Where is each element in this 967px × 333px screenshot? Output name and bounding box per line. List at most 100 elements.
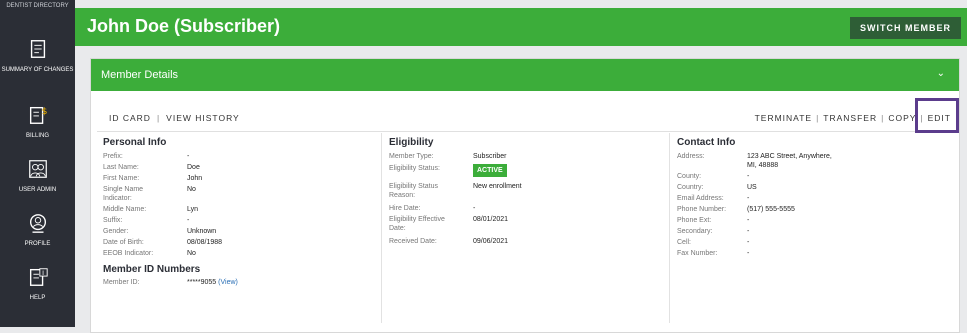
- field-label: County:: [677, 173, 702, 180]
- field-value: 09/06/2021: [473, 238, 509, 245]
- edit-highlight-box: [915, 98, 959, 133]
- sidebar: DENTIST DIRECTORY SUMMARY OF CHANGES $ B…: [0, 0, 75, 327]
- field-value: -: [747, 217, 750, 224]
- field-value: -: [473, 205, 476, 212]
- sidebar-item-dentist-directory[interactable]: DENTIST DIRECTORY: [0, 2, 75, 10]
- sidebar-item-label: SUMMARY OF CHANGES: [1, 67, 74, 73]
- sidebar-item-label: USER ADMIN: [18, 187, 57, 193]
- field-label: Suffix:: [103, 217, 123, 224]
- personal-info-section: Personal Info Prefix: - Last Name: Doe Fir…: [103, 137, 373, 289]
- field-value: 08/08/1988: [187, 239, 223, 246]
- column-divider: [381, 133, 382, 323]
- copy-link[interactable]: COPY: [888, 113, 916, 123]
- terminate-link[interactable]: TERMINATE: [755, 113, 812, 123]
- field-label: Last Name:: [103, 164, 139, 171]
- field-value: -: [747, 195, 750, 202]
- sidebar-item-label: DENTIST DIRECTORY: [6, 3, 69, 9]
- field-value: US: [747, 184, 757, 191]
- field-label: First Name:: [103, 175, 140, 182]
- transfer-link[interactable]: TRANSFER: [823, 113, 877, 123]
- sidebar-item-label: PROFILE: [24, 241, 51, 247]
- field-value: -: [747, 173, 750, 180]
- svg-text:$: $: [41, 106, 47, 117]
- field-label: EEOB Indicator:: [103, 250, 154, 257]
- switch-member-button[interactable]: SWITCH MEMBER: [850, 17, 961, 39]
- field-value: (517) 555-5555: [747, 206, 795, 213]
- field-label: Country:: [677, 184, 704, 191]
- field-value: Lyn: [187, 206, 199, 213]
- member-id-numbers-title: Member ID Numbers: [103, 264, 201, 275]
- sidebar-item-summary-of-changes[interactable]: SUMMARY OF CHANGES: [0, 38, 75, 74]
- member-details-card: Member Details ⌄ ID CARD | VIEW HISTORY TE…: [90, 58, 960, 333]
- field-label: Middle Name:: [103, 206, 147, 213]
- section-title: Eligibility: [389, 137, 434, 148]
- field-label: Eligibility Status Reason:: [389, 183, 439, 199]
- field-label: Address:: [677, 153, 705, 160]
- separator: |: [881, 113, 885, 123]
- sidebar-item-profile[interactable]: PROFILE: [0, 212, 75, 248]
- field-value: John: [187, 175, 203, 182]
- field-label: Fax Number:: [677, 250, 718, 257]
- field-value: -: [187, 153, 190, 160]
- field-label: Cell:: [677, 239, 692, 246]
- member-id-value: *****9055 (View): [187, 278, 238, 287]
- field-label: Gender:: [103, 228, 129, 235]
- field-value: New enrollment: [473, 183, 522, 190]
- divider: [97, 131, 953, 132]
- help-document-icon: i: [29, 268, 48, 286]
- sidebar-item-user-admin[interactable]: USER ADMIN: [0, 158, 75, 194]
- document-dollar-icon: $: [29, 106, 47, 124]
- field-label: Phone Number:: [677, 206, 727, 213]
- field-value: No: [187, 250, 196, 257]
- field-value: 08/01/2021: [473, 216, 509, 223]
- main-content: John Doe (Subscriber) SWITCH MEMBER Memb…: [75, 0, 967, 333]
- field-label: Phone Ext:: [677, 217, 712, 224]
- user-profile-icon: [29, 214, 46, 233]
- field-label: Eligibility Status:: [389, 165, 440, 172]
- status-badge: ACTIVE: [473, 164, 507, 177]
- left-actions: ID CARD | VIEW HISTORY: [109, 113, 240, 123]
- field-value: -: [747, 250, 750, 257]
- separator: |: [816, 113, 820, 123]
- view-member-id-link[interactable]: (View): [218, 279, 238, 286]
- document-list-icon: [30, 40, 45, 58]
- column-divider: [669, 133, 670, 323]
- masked-member-id: *****9055: [187, 279, 217, 286]
- field-label: Member Type:: [389, 153, 434, 160]
- field-label: Email Address:: [677, 195, 724, 202]
- separator: |: [156, 113, 161, 123]
- users-icon: [28, 160, 47, 178]
- sidebar-item-help[interactable]: i HELP: [0, 266, 75, 302]
- field-label: Date of Birth:: [103, 239, 144, 246]
- section-title: Contact Info: [677, 137, 736, 148]
- section-title: Personal Info: [103, 137, 167, 148]
- field-label: Received Date:: [389, 238, 437, 245]
- contact-info-section: Contact Info Address: 123 ABC Street, Any…: [677, 137, 947, 260]
- id-card-link[interactable]: ID CARD: [109, 113, 151, 123]
- field-label: Secondary:: [677, 228, 713, 235]
- member-details-header[interactable]: Member Details ⌄: [91, 59, 959, 91]
- sidebar-item-billing[interactable]: $ BILLING: [0, 104, 75, 140]
- field-label: Member ID:: [103, 279, 140, 286]
- field-label: Hire Date:: [389, 205, 421, 212]
- field-label: Prefix:: [103, 153, 123, 160]
- field-value: Subscriber: [473, 153, 507, 160]
- eligibility-section: Eligibility Member Type: Subscriber Eligi…: [389, 137, 659, 248]
- page-title: John Doe (Subscriber): [87, 16, 281, 36]
- card-title: Member Details: [101, 69, 179, 81]
- sidebar-item-label: HELP: [29, 295, 46, 301]
- field-value: No: [187, 186, 196, 193]
- field-value: -: [187, 217, 190, 224]
- field-value: -: [747, 228, 750, 235]
- svg-text:i: i: [42, 269, 44, 277]
- sidebar-item-label: BILLING: [25, 133, 49, 139]
- page-header: John Doe (Subscriber) SWITCH MEMBER: [75, 8, 967, 46]
- field-value: Unknown: [187, 228, 217, 235]
- field-label: Eligibility Effective Date:: [389, 216, 445, 232]
- field-value: 123 ABC Street, Anywhere, MI, 48888: [747, 153, 832, 169]
- field-value: -: [747, 239, 750, 246]
- field-label: Single Name Indicator:: [103, 186, 144, 202]
- chevron-down-icon[interactable]: ⌄: [937, 68, 945, 79]
- view-history-link[interactable]: VIEW HISTORY: [166, 113, 240, 123]
- field-value: Doe: [187, 164, 200, 171]
